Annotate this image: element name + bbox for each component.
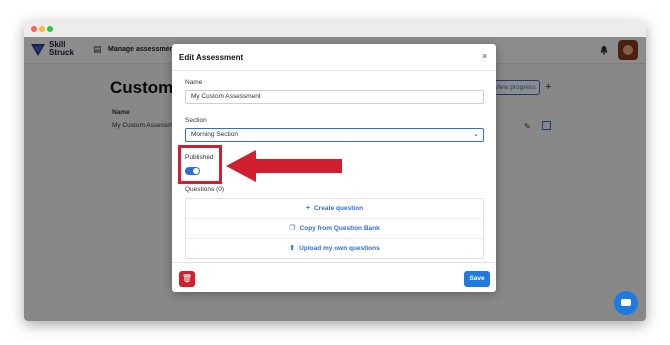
chat-icon[interactable]	[614, 291, 638, 315]
divider	[172, 262, 496, 263]
close-window-button[interactable]	[31, 26, 37, 32]
section-select[interactable]: Morning Section ⌄	[185, 128, 484, 142]
highlight-annotation-box	[178, 145, 222, 184]
published-toggle[interactable]	[185, 167, 200, 175]
name-label: Name	[185, 79, 203, 86]
save-button[interactable]: Save	[464, 271, 490, 287]
copy-from-question-bank-button[interactable]: ❐ Copy from Question Bank	[186, 219, 483, 239]
minimize-window-button[interactable]	[39, 26, 45, 32]
name-field[interactable]: My Custom Assessment	[185, 90, 484, 104]
questions-actions: + Create question ❐ Copy from Question Ban…	[185, 198, 484, 259]
delete-button[interactable]: 🗑	[179, 271, 195, 287]
create-question-button[interactable]: + Create question	[186, 199, 483, 219]
window-titlebar	[24, 21, 646, 37]
section-select-value: Morning Section	[191, 131, 238, 138]
plus-icon: +	[305, 205, 310, 212]
upload-icon: ⬆	[289, 245, 296, 252]
upload-questions-button[interactable]: ⬆ Upload my own questions	[186, 239, 483, 259]
section-label: Section	[185, 117, 207, 124]
questions-label: Questions (0)	[185, 186, 225, 193]
annotation-arrow-icon	[226, 150, 342, 182]
trash-icon: 🗑	[181, 274, 193, 283]
chevron-down-icon: ⌄	[473, 131, 479, 138]
divider	[172, 70, 496, 71]
copy-icon: ❐	[289, 225, 296, 232]
maximize-window-button[interactable]	[47, 26, 53, 32]
close-icon[interactable]: ×	[482, 51, 487, 61]
modal-title: Edit Assessment	[179, 53, 244, 62]
